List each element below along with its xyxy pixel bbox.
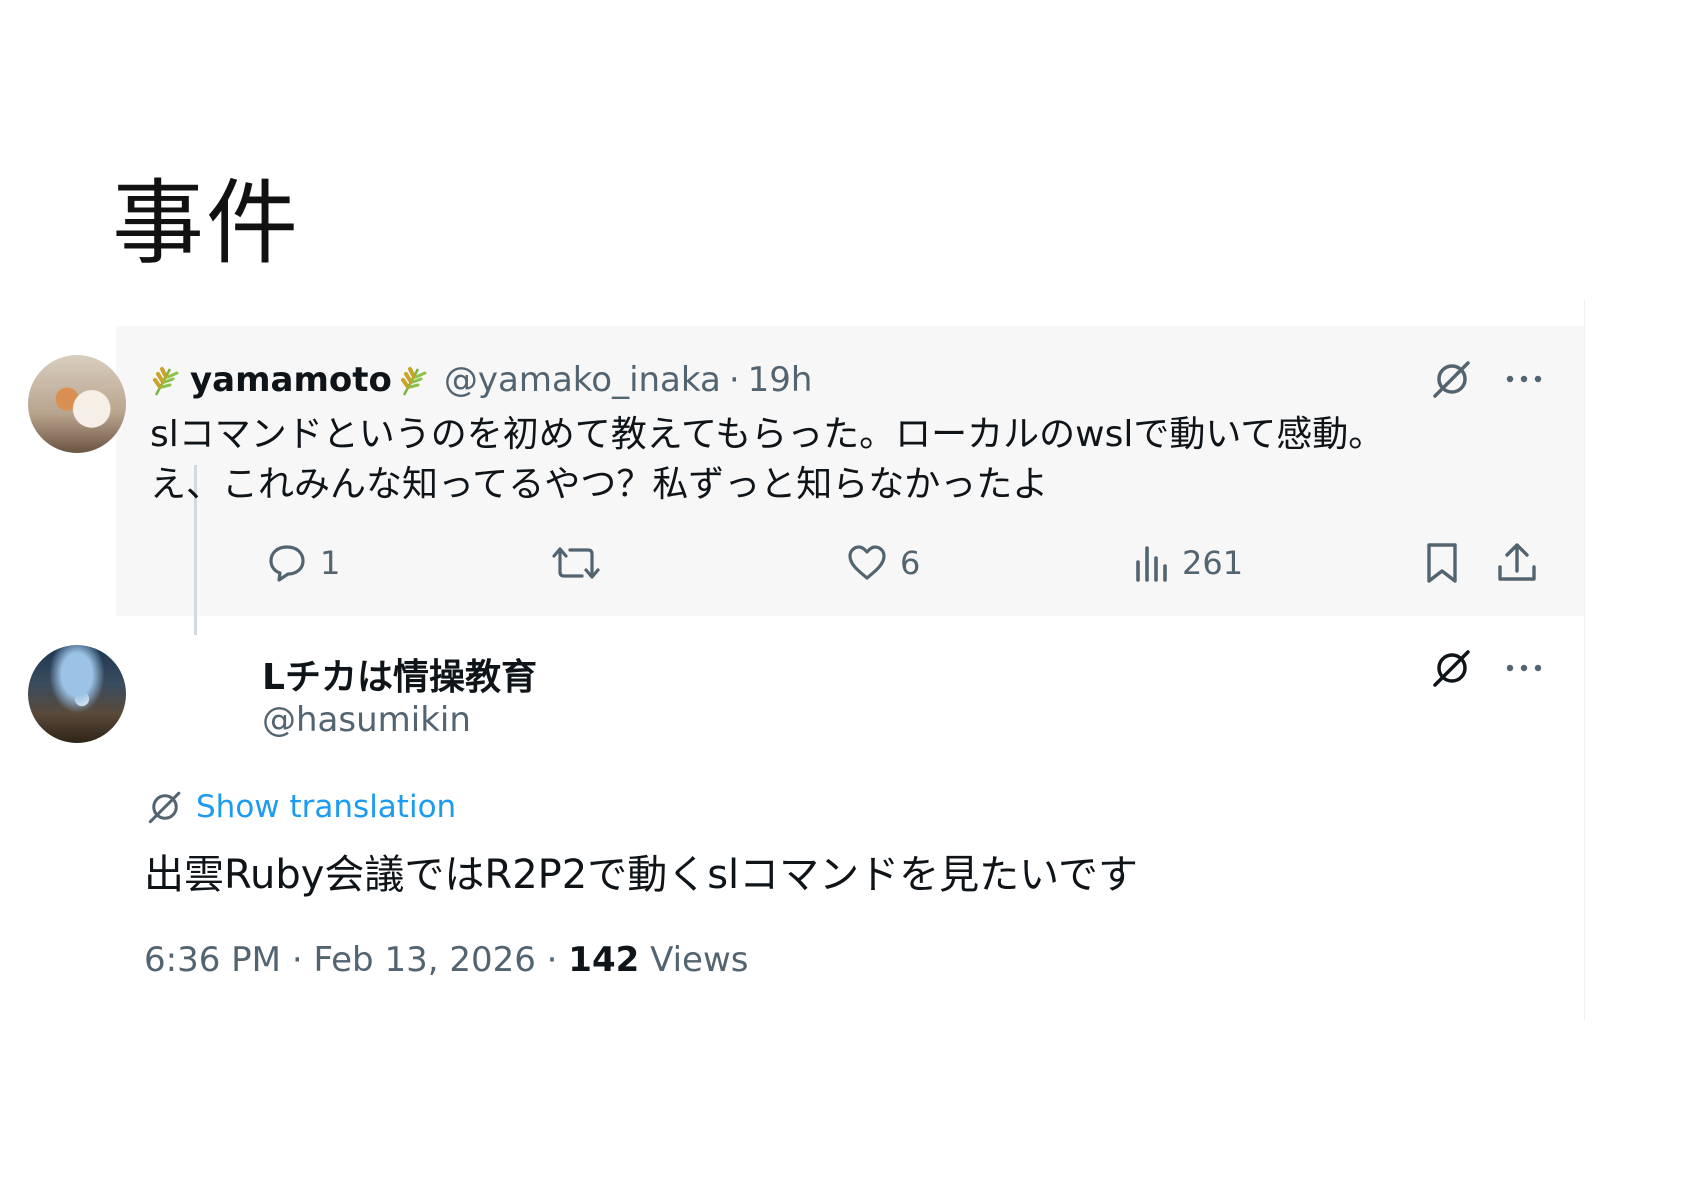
avatar-yamamoto[interactable]	[28, 355, 126, 453]
parent-time[interactable]: 19h	[748, 360, 813, 400]
parent-tweet-header: yamamoto @yamako_inaka · 19h	[150, 358, 812, 402]
avatar-hasumikin[interactable]	[28, 645, 126, 743]
parent-tweet-text: slコマンドというのを初めて教えてもらった。ローカルのwslで動いて感動。 え、…	[150, 410, 1530, 510]
meta-separator: ·	[291, 940, 303, 980]
repost-button[interactable]	[552, 538, 612, 588]
parent-text-line: slコマンドというのを初めて教えてもらった。ローカルのwslで動いて感動。	[150, 414, 1385, 455]
reply-tweet-meta: 6:36 PM · Feb 13, 2026 · 142 Views	[144, 940, 749, 980]
bookmark-button[interactable]	[1424, 538, 1460, 588]
share-icon	[1498, 543, 1536, 581]
grok-icon[interactable]	[1430, 646, 1474, 690]
reply-date[interactable]: Feb 13, 2026	[313, 940, 535, 980]
header-separator: ·	[728, 360, 740, 400]
like-count: 6	[900, 544, 921, 582]
sprout-emoji-icon	[153, 367, 179, 396]
reply-tweet-text: 出雲Ruby会議ではR2P2で動くslコマンドを見たいです	[144, 852, 1138, 898]
reply-count: 1	[320, 544, 341, 582]
reply-icon	[269, 545, 305, 582]
sprout-emoji-icon	[400, 367, 427, 396]
views-button[interactable]: 261	[1134, 538, 1243, 588]
like-icon	[848, 545, 886, 580]
repost-icon	[552, 547, 600, 579]
translate-icon	[148, 791, 181, 824]
show-translation-link[interactable]: Show translation	[146, 788, 456, 826]
reply-button[interactable]: 1	[266, 538, 340, 588]
parent-text-line: え、これみんな知ってるやつ？私ずっと知らなかったよ	[150, 464, 1049, 505]
parent-handle[interactable]: @yamako_inaka	[444, 360, 721, 400]
views-icon	[1136, 546, 1167, 582]
show-translation-label[interactable]: Show translation	[196, 789, 456, 825]
slide-title: 事件	[112, 170, 301, 277]
like-button[interactable]: 6	[846, 538, 920, 588]
view-count: 261	[1182, 544, 1244, 582]
bookmark-icon	[1427, 543, 1457, 583]
reply-time[interactable]: 6:36 PM	[144, 940, 281, 980]
grok-icon[interactable]	[1430, 357, 1474, 401]
views-label: Views	[650, 940, 749, 980]
more-icon[interactable]	[1504, 359, 1544, 399]
more-icon[interactable]	[1504, 648, 1544, 688]
views-count: 142	[568, 940, 640, 980]
reply-display-name[interactable]: Lチカは情操教育	[262, 648, 537, 700]
reply-handle[interactable]: @hasumikin	[262, 700, 471, 740]
parent-action-bar: 1 6 261	[150, 538, 1550, 588]
parent-display-name[interactable]: yamamoto	[190, 360, 392, 400]
reply-top-actions	[1430, 646, 1544, 690]
share-button[interactable]	[1496, 538, 1538, 588]
meta-separator: ·	[546, 940, 558, 980]
parent-top-actions	[1430, 357, 1544, 401]
